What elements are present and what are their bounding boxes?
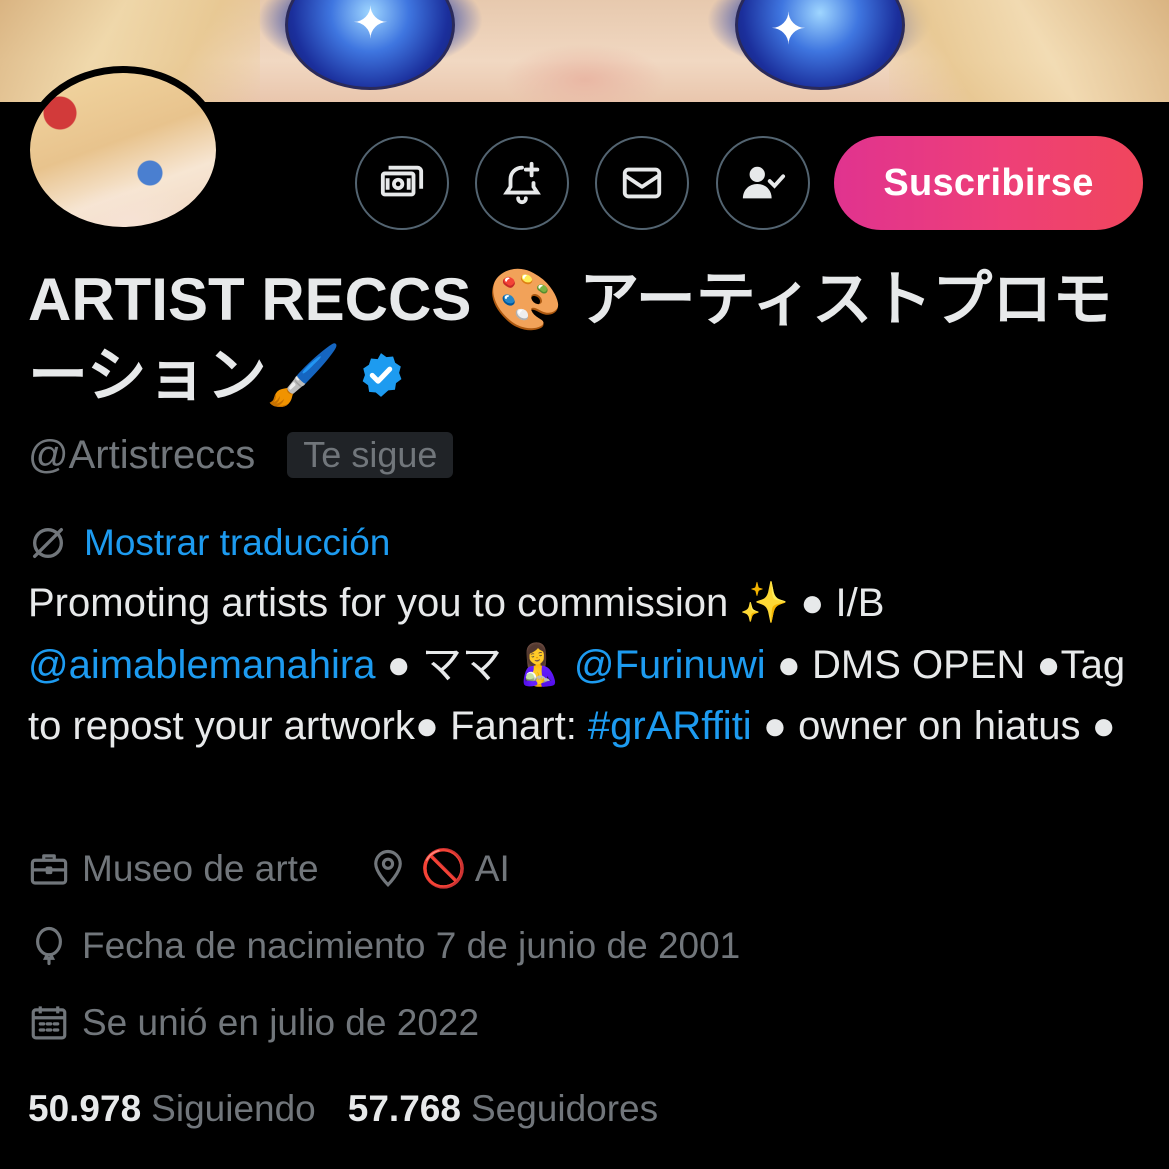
display-name-text: ARTIST RECCS 🎨 アーティストプロモーション🖌️ bbox=[28, 266, 1113, 409]
banner-eye-right bbox=[735, 0, 905, 90]
bio-hashtag-link[interactable]: #grARffiti bbox=[588, 704, 752, 748]
profile-handle: @Artistreccs bbox=[28, 432, 256, 477]
money-icon bbox=[380, 165, 424, 197]
person-check-icon bbox=[742, 166, 786, 199]
banner-sparkle: ✦ bbox=[352, 0, 389, 49]
profile-location: 🚫 AI bbox=[420, 847, 510, 889]
handle-row: @Artistreccs Te sigue bbox=[28, 428, 454, 482]
bio-text: Promoting artists for you to commission … bbox=[28, 581, 885, 625]
followers-count[interactable]: 57.768 bbox=[348, 1088, 461, 1130]
profile-category: Museo de arte bbox=[82, 848, 319, 889]
profile-avatar[interactable] bbox=[23, 66, 223, 234]
bio-text: ● owner on hiatus ● bbox=[751, 704, 1116, 748]
bell-plus-icon bbox=[503, 161, 541, 205]
calendar-icon bbox=[31, 1006, 67, 1040]
bio-mention-link[interactable]: @aimablemanahira bbox=[28, 643, 375, 687]
notify-button[interactable] bbox=[475, 136, 569, 230]
bio-mention-link[interactable]: @Furinuwi bbox=[574, 643, 766, 687]
profile-bio: Promoting artists for you to commission … bbox=[28, 573, 1143, 758]
profile-joined-date: Se unió en julio de 2022 bbox=[82, 1002, 480, 1043]
show-translation-link[interactable]: Mostrar traducción bbox=[84, 522, 390, 564]
translate-icon bbox=[33, 528, 63, 558]
briefcase-icon bbox=[30, 854, 68, 885]
profile-meta-row: Museo de arte 🚫 AI bbox=[28, 842, 510, 896]
profile-birthday-row: Fecha de nacimiento 7 de junio de 2001 bbox=[28, 919, 740, 973]
verified-badge-icon[interactable] bbox=[356, 350, 406, 400]
bio-text: ● ママ 🤱 bbox=[375, 642, 574, 687]
profile-joined-row: Se unió en julio de 2022 bbox=[28, 996, 479, 1050]
profile-birthday: Fecha de nacimiento 7 de junio de 2001 bbox=[82, 925, 741, 966]
following-count[interactable]: 50.978 bbox=[28, 1088, 141, 1130]
translate-row[interactable]: Mostrar traducción bbox=[28, 518, 390, 568]
followers-label[interactable]: Seguidores bbox=[471, 1088, 658, 1130]
following-button[interactable] bbox=[716, 136, 810, 230]
tip-button[interactable] bbox=[355, 136, 449, 230]
banner-sparkle: ✦ bbox=[770, 4, 807, 55]
message-button[interactable] bbox=[595, 136, 689, 230]
follows-you-badge: Te sigue bbox=[287, 432, 454, 478]
banner-hair-right bbox=[889, 0, 1169, 102]
following-label[interactable]: Siguiendo bbox=[151, 1088, 316, 1130]
profile-stats: 50.978 Siguiendo 57.768 Seguidores bbox=[28, 1084, 690, 1134]
balloon-icon bbox=[36, 926, 62, 966]
subscribe-button[interactable]: Suscribirse bbox=[834, 136, 1143, 230]
location-pin-icon bbox=[373, 849, 402, 887]
profile-display-name: ARTIST RECCS 🎨 アーティストプロモーション🖌️ bbox=[28, 262, 1138, 414]
envelope-icon bbox=[622, 167, 662, 199]
